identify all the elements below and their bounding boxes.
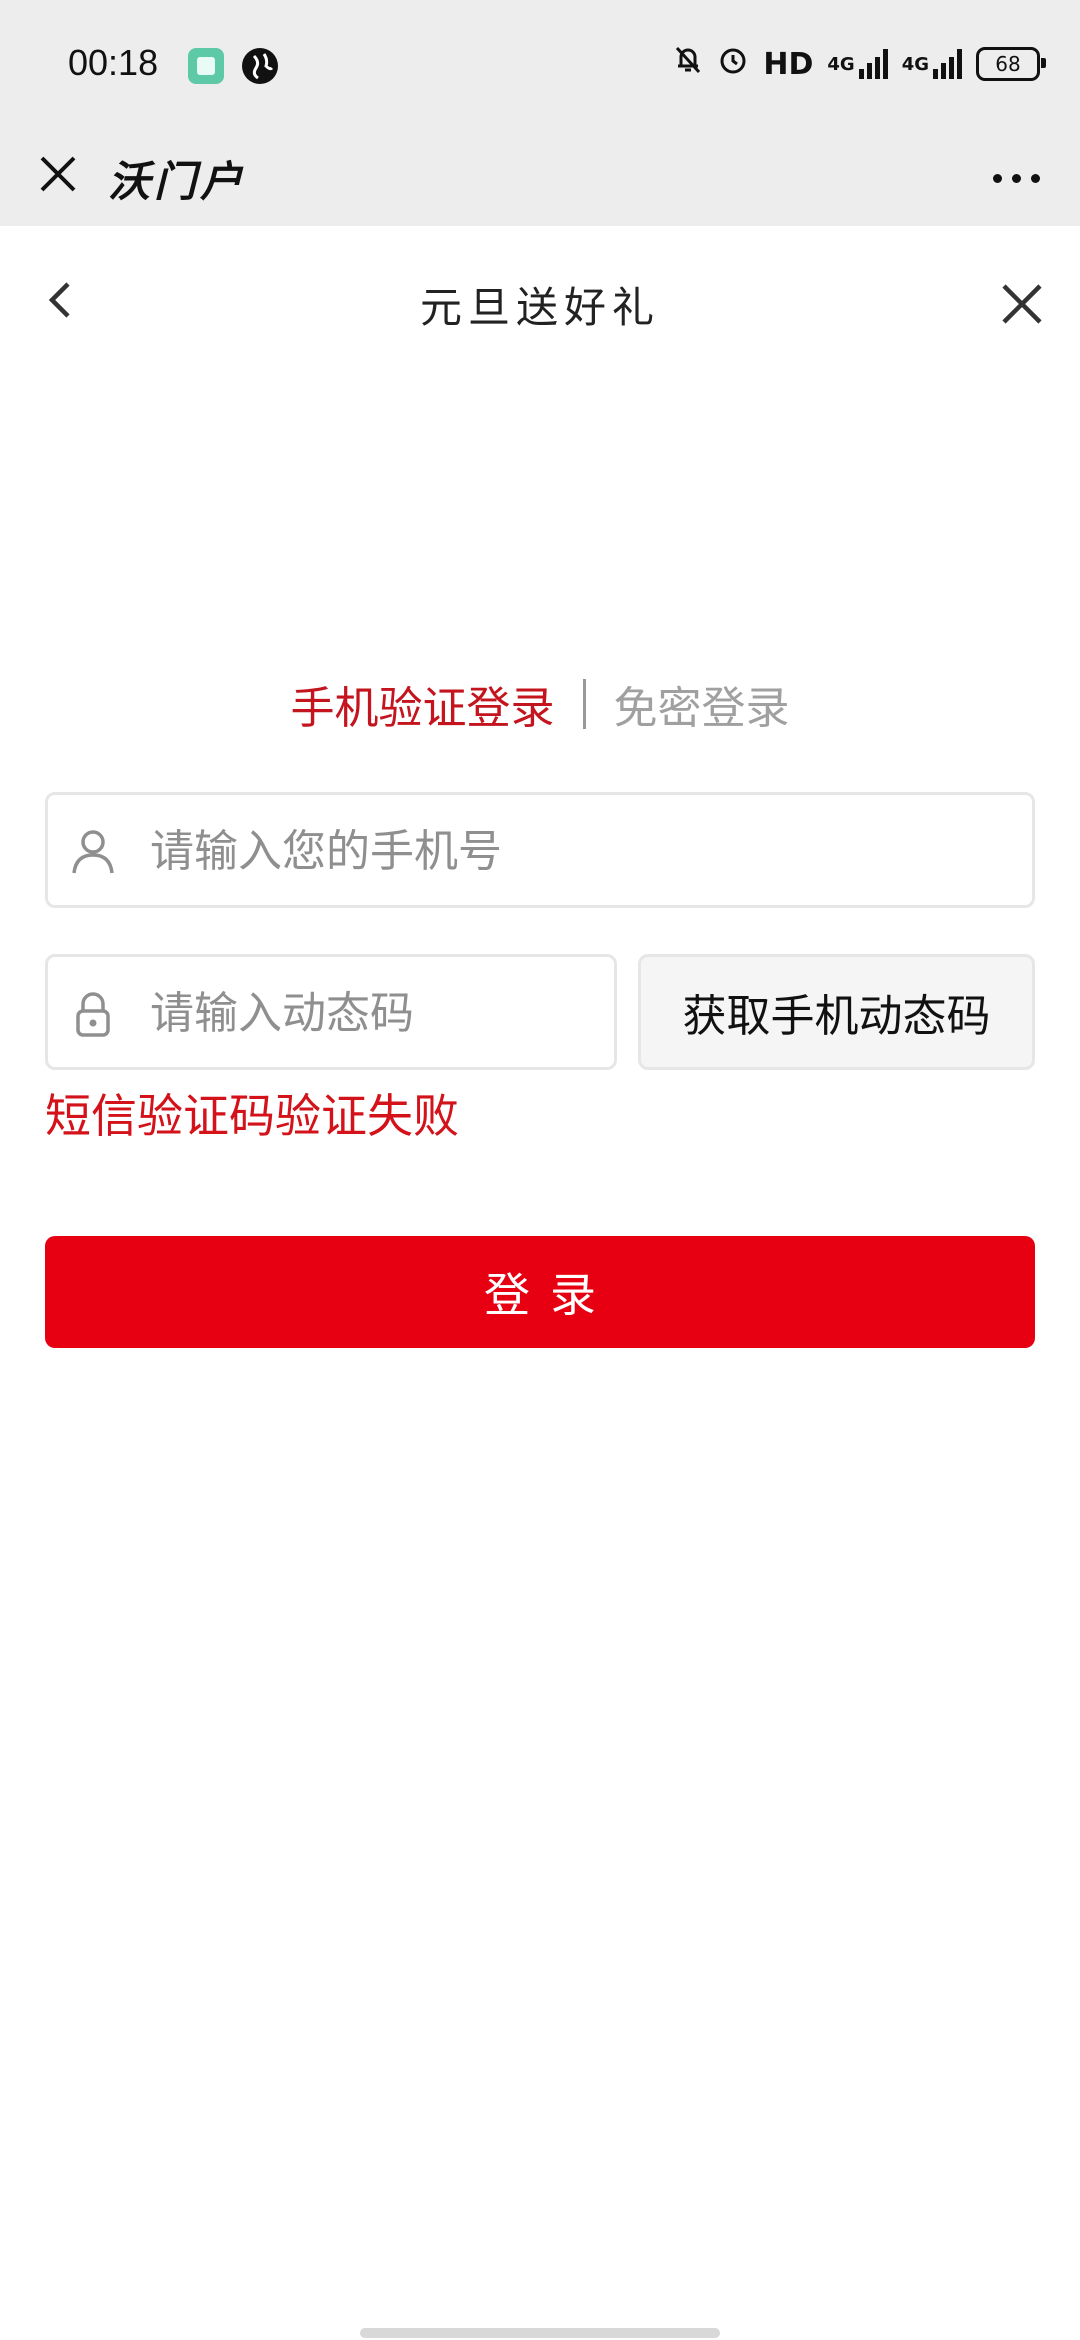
code-field[interactable] xyxy=(45,954,617,1070)
signal-icon: 4G xyxy=(827,49,888,79)
network-label: 4G xyxy=(901,53,929,75)
error-message: 短信验证码验证失败 xyxy=(45,1089,459,1143)
status-bar: 00:18 HD 4G 4G 68 xyxy=(0,0,1080,130)
home-indicator[interactable] xyxy=(360,2328,720,2338)
status-indicators: HD 4G 4G 68 xyxy=(673,44,1046,84)
network-label: 4G xyxy=(827,53,855,75)
get-code-button[interactable]: 获取手机动态码 xyxy=(638,954,1035,1070)
app-badge-icon xyxy=(188,48,224,84)
alarm-icon xyxy=(717,44,749,84)
globe-icon xyxy=(242,48,278,84)
page-title: 元旦送好礼 xyxy=(419,283,660,332)
close-icon[interactable] xyxy=(30,146,86,202)
hd-label: HD xyxy=(763,46,814,82)
battery-icon: 68 xyxy=(976,47,1046,81)
status-time: 00:18 xyxy=(68,42,159,83)
lock-icon xyxy=(66,987,120,1041)
app-bar: 沃门户 xyxy=(0,130,1080,226)
signal-icon: 4G xyxy=(902,49,962,79)
user-icon xyxy=(66,825,120,879)
phone-input[interactable] xyxy=(148,795,952,907)
tab-sms-login[interactable]: 手机验证登录 xyxy=(291,672,555,736)
app-title: 沃门户 xyxy=(108,157,247,206)
mute-bell-icon xyxy=(673,44,703,84)
phone-field[interactable] xyxy=(45,792,1035,908)
close-icon[interactable] xyxy=(992,274,1052,334)
code-input[interactable] xyxy=(148,957,592,1069)
tab-divider xyxy=(582,679,586,729)
battery-level: 68 xyxy=(995,52,1021,76)
more-dots-icon[interactable] xyxy=(986,160,1046,196)
tab-password-free-login[interactable]: 免密登录 xyxy=(614,672,790,736)
login-button[interactable]: 登录 xyxy=(45,1236,1035,1348)
login-tabs: 手机验证登录 免密登录 xyxy=(0,672,1080,736)
page-header: 元旦送好礼 xyxy=(0,226,1080,376)
